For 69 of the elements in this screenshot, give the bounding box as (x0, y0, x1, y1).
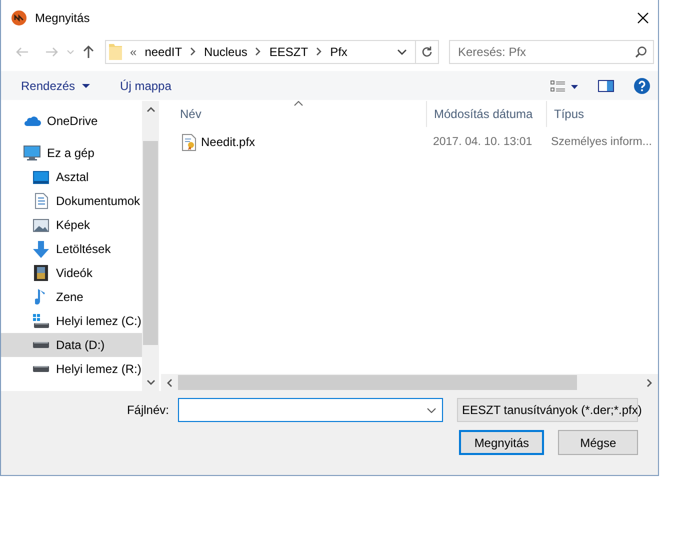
scroll-left-icon[interactable] (167, 378, 172, 386)
sidebar-item[interactable]: Ez a gép (1, 141, 142, 165)
drive-icon (33, 366, 49, 372)
sidebar-item[interactable]: Helyi lemez (C:) (1, 309, 142, 333)
computer-icon (23, 145, 41, 161)
sort-up-icon (294, 101, 302, 106)
right-arrow-icon (45, 46, 59, 56)
music-note-icon (35, 288, 47, 306)
refresh-icon[interactable] (421, 46, 433, 58)
scrollbar-thumb[interactable] (143, 141, 158, 345)
column-header[interactable]: Név (161, 101, 427, 127)
folder-icon (109, 43, 122, 60)
new-folder-button[interactable]: Új mappa (120, 78, 172, 92)
certificate-file-icon (181, 134, 197, 150)
organize-button[interactable]: Rendezés (21, 78, 90, 92)
breadcrumb[interactable]: needIT (144, 44, 182, 58)
caret-down-icon[interactable] (397, 48, 407, 54)
scrollbar-thumb[interactable] (178, 375, 577, 390)
overflow-chevron[interactable]: « (130, 44, 137, 58)
caret-down-icon (427, 408, 436, 413)
breadcrumb[interactable]: EESZT (269, 44, 308, 58)
caret-down-icon (66, 50, 74, 54)
file-name: Needit.pfx (201, 135, 256, 149)
sidebar-item[interactable]: Dokumentumok (1, 189, 142, 213)
address-bar[interactable]: « needIT Nucleus EESZT Pfx (105, 40, 439, 64)
chevron-right-icon (255, 47, 262, 56)
window-title: Megnyitás (35, 10, 91, 24)
chevron-right-icon (316, 47, 322, 56)
sidebar-item[interactable]: Asztal (1, 165, 142, 189)
breadcrumb[interactable]: Nucleus (204, 44, 248, 58)
desktop-icon (33, 170, 49, 184)
drive-icon (33, 342, 49, 348)
filename-label: Fájlnév: (126, 403, 170, 417)
file-date: 2017. 04. 10. 13:01 (432, 136, 534, 148)
sidebar-item[interactable]: Képek (1, 213, 142, 237)
breadcrumb[interactable]: Pfx (330, 44, 348, 58)
search-field[interactable]: Keresés: Pfx (449, 40, 654, 64)
picture-icon (33, 218, 49, 232)
left-arrow-icon (15, 46, 29, 56)
dialog-button[interactable]: Megnyitás (459, 430, 544, 455)
sidebar-item[interactable]: OneDrive (1, 109, 142, 133)
drive-icon (33, 314, 49, 328)
sidebar-item[interactable]: Zene (1, 285, 142, 309)
search-icon (635, 46, 647, 58)
sidebar-item[interactable]: Letöltések (1, 237, 142, 261)
preview-pane-icon[interactable] (598, 80, 614, 92)
up-arrow-icon (82, 45, 94, 58)
chevron-right-icon (190, 47, 196, 56)
filename-field[interactable] (178, 398, 443, 422)
help-icon[interactable] (634, 78, 650, 94)
scroll-right-icon[interactable] (647, 378, 652, 386)
down-arrow-icon (33, 240, 49, 258)
view-options-icon[interactable] (550, 80, 578, 92)
file-type: Személyes inform... (550, 136, 653, 148)
sidebar-item[interactable]: Videók (1, 261, 142, 285)
close-icon (637, 12, 649, 24)
film-icon (34, 265, 48, 281)
app-logo-icon (11, 10, 27, 26)
column-header[interactable]: Típus (547, 101, 658, 127)
sidebar-item[interactable]: Data (D:) (1, 333, 142, 357)
caret-down-icon (82, 84, 90, 88)
column-header[interactable]: Módosítás dátuma (427, 101, 547, 127)
scroll-down-icon[interactable] (146, 380, 154, 385)
cloud-icon (23, 115, 41, 127)
sidebar-item[interactable]: Helyi lemez (R:) (1, 357, 142, 381)
file-row[interactable]: Needit.pfx 2017. 04. 10. 13:01 Személyes inform... (161, 131, 658, 153)
document-icon (34, 193, 48, 209)
scroll-up-icon[interactable] (146, 107, 154, 112)
dialog-button[interactable]: Mégse (558, 430, 638, 455)
